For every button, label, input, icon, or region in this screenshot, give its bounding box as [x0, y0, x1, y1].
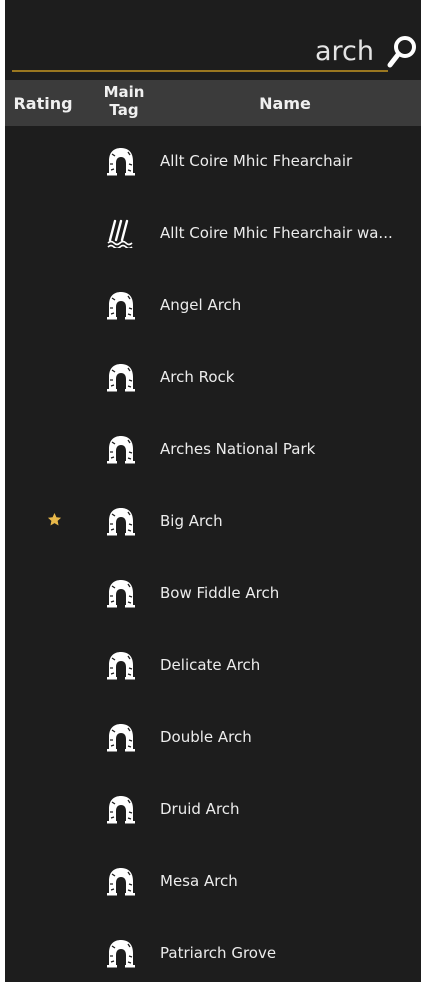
arch-icon: [106, 938, 136, 968]
waterfall-icon: [106, 218, 136, 250]
search-icon: [387, 36, 416, 68]
list-item[interactable]: Angel Arch: [5, 270, 421, 342]
search-button[interactable]: [386, 33, 420, 71]
arch-icon: [106, 866, 136, 896]
column-name-header[interactable]: Name: [163, 94, 407, 113]
list-item[interactable]: Allt Coire Mhic Fhearchair: [5, 126, 421, 198]
list-item-name: Angel Arch: [160, 296, 242, 314]
search-input[interactable]: [34, 34, 374, 68]
list-item[interactable]: Mesa Arch: [5, 846, 421, 918]
arch-icon: [106, 434, 136, 464]
search-box: [12, 26, 388, 72]
arch-icon: [106, 506, 136, 536]
list-item-name: Patriarch Grove: [160, 944, 277, 962]
arch-icon: [106, 578, 136, 608]
arch-icon: [106, 146, 136, 176]
arch-icon: [106, 290, 136, 320]
list-item[interactable]: Arch Rock: [5, 342, 421, 414]
list-item-name: Big Arch: [160, 512, 223, 530]
list-item[interactable]: Double Arch: [5, 702, 421, 774]
list-item[interactable]: Arches National Park: [5, 414, 421, 486]
list-item[interactable]: Delicate Arch: [5, 630, 421, 702]
list-item-name: Allt Coire Mhic Fhearchair: [160, 152, 353, 170]
list-item[interactable]: Allt Coire Mhic Fhearchair wa...: [5, 198, 421, 270]
list-item[interactable]: Druid Arch: [5, 774, 421, 846]
list-item-name: Mesa Arch: [160, 872, 238, 890]
list-item-name: Arch Rock: [160, 368, 235, 386]
column-main-tag-header[interactable]: Main Tag: [101, 83, 147, 119]
list-item-name: Druid Arch: [160, 800, 240, 818]
list-item[interactable]: Patriarch Grove: [5, 918, 421, 982]
arch-icon: [106, 722, 136, 752]
list-item-name: Allt Coire Mhic Fhearchair wa...: [160, 224, 393, 242]
rating-star-icon: [47, 512, 62, 527]
list-item-name: Delicate Arch: [160, 656, 261, 674]
arch-icon: [106, 362, 136, 392]
list-item[interactable]: Big Arch: [5, 486, 421, 558]
list-item-name: Arches National Park: [160, 440, 316, 458]
list-item[interactable]: Bow Fiddle Arch: [5, 558, 421, 630]
list-item-name: Bow Fiddle Arch: [160, 584, 280, 602]
column-header: Rating Main Tag Name: [5, 80, 421, 126]
arch-icon: [106, 794, 136, 824]
search-results-panel: Rating Main Tag Name Allt Coire Mhic Fhe…: [5, 0, 421, 982]
arch-icon: [106, 650, 136, 680]
column-rating-header[interactable]: Rating: [8, 94, 78, 113]
list-item-name: Double Arch: [160, 728, 252, 746]
